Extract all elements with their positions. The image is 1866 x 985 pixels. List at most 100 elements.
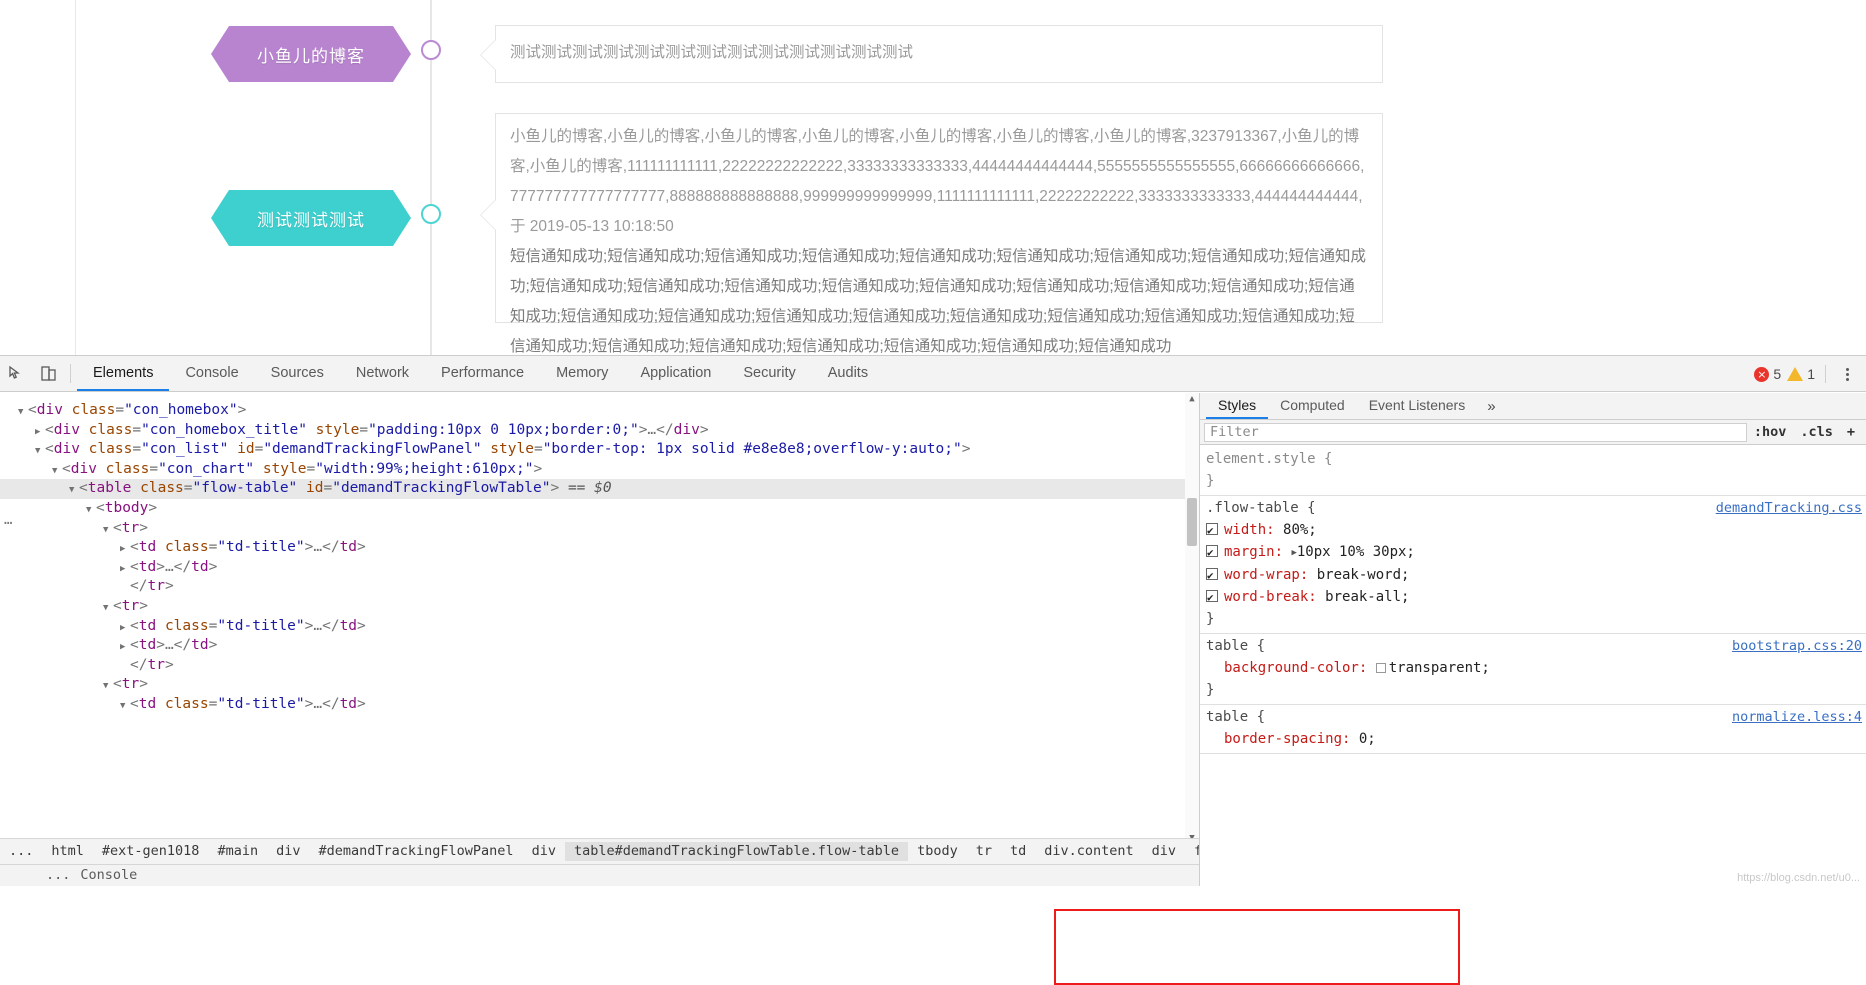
- tab-console[interactable]: Console: [169, 356, 254, 391]
- style-declaration[interactable]: border-spacing: 0;: [1200, 728, 1866, 750]
- scrollbar-thumb[interactable]: [1187, 498, 1197, 546]
- expand-triangle-down-icon[interactable]: ▼: [86, 501, 96, 521]
- expand-triangle-down-icon[interactable]: ▼: [103, 599, 113, 619]
- dom-node-line[interactable]: ▼ <table class="flow-table" id="demandTra…: [0, 479, 1185, 499]
- breadcrumb-item[interactable]: div: [267, 842, 309, 862]
- device-toolbar-icon[interactable]: [32, 356, 64, 391]
- dom-token-ellip: …: [313, 539, 323, 556]
- declaration-property: width:: [1224, 522, 1284, 538]
- breadcrumb-item[interactable]: html: [42, 842, 93, 862]
- dom-node-line[interactable]: ▼ <td class="td-title">…</td>: [0, 695, 1185, 715]
- error-count-badge[interactable]: × 5: [1754, 366, 1781, 382]
- tab-sources[interactable]: Sources: [255, 356, 340, 391]
- tab-performance[interactable]: Performance: [425, 356, 540, 391]
- breadcrumb-item[interactable]: div: [523, 842, 565, 862]
- expand-triangle-right-icon[interactable]: ▶: [120, 540, 130, 560]
- tab-application[interactable]: Application: [624, 356, 727, 391]
- tab-styles[interactable]: Styles: [1206, 393, 1269, 419]
- inspect-cursor-icon[interactable]: [0, 356, 32, 391]
- expand-triangle-down-icon[interactable]: ▼: [18, 403, 28, 423]
- dom-node-line[interactable]: ▶ <td class="td-title">…</td>: [0, 617, 1185, 637]
- dom-tree[interactable]: ▼ <div class="con_homebox"> ▶ <div class="c…: [0, 401, 1185, 846]
- page-left-divider: [75, 0, 76, 355]
- dom-node-line[interactable]: ▼ <tr>: [0, 597, 1185, 617]
- styles-filter-input[interactable]: Filter: [1204, 422, 1747, 442]
- style-declaration[interactable]: margin: ▶ 10px 10% 30px;: [1200, 541, 1866, 564]
- dom-token-attr: class: [164, 539, 209, 556]
- expand-triangle-right-icon[interactable]: ▶: [120, 638, 130, 658]
- tab-memory[interactable]: Memory: [540, 356, 624, 391]
- dom-node-line[interactable]: </tr>: [0, 577, 1185, 597]
- breadcrumb-item[interactable]: ...: [0, 842, 42, 862]
- dom-node-line[interactable]: ▶ <div class="con_homebox_title" style="p…: [0, 421, 1185, 441]
- dom-node-line[interactable]: ▶ <td>…</td>: [0, 558, 1185, 578]
- dom-node-line[interactable]: ▼ <tbody>: [0, 499, 1185, 519]
- warning-count-badge[interactable]: 1: [1787, 366, 1815, 382]
- tab-audits[interactable]: Audits: [812, 356, 884, 391]
- dom-node-line[interactable]: ▼ <div class="con_homebox">: [0, 401, 1185, 421]
- dom-node-line[interactable]: ▶ <td>…</td>: [0, 636, 1185, 656]
- color-swatch[interactable]: [1375, 663, 1386, 673]
- tab-computed[interactable]: Computed: [1268, 393, 1357, 419]
- declaration-checkbox[interactable]: [1206, 565, 1218, 587]
- breadcrumb-item[interactable]: font: [1185, 842, 1199, 862]
- tab-security[interactable]: Security: [727, 356, 811, 391]
- dom-node-line[interactable]: ▶ <td class="td-title">…</td>: [0, 538, 1185, 558]
- breadcrumb-item[interactable]: tr: [967, 842, 1001, 862]
- style-declaration[interactable]: word-break: break-all;: [1200, 586, 1866, 609]
- flow-node-hexagon-1[interactable]: 小鱼儿的博客: [211, 26, 411, 82]
- dom-tree-scrollbar[interactable]: ▲ ▼: [1185, 393, 1199, 846]
- style-rule[interactable]: .flow-table {demandTracking.csswidth: 80…: [1200, 496, 1866, 634]
- dom-token-sp: [80, 422, 89, 438]
- breadcrumb-item[interactable]: td: [1001, 842, 1035, 862]
- declaration-checkbox[interactable]: [1206, 587, 1218, 609]
- style-source-link[interactable]: bootstrap.css:20: [1732, 635, 1862, 657]
- console-drawer-bar[interactable]: ... Console: [0, 864, 1199, 886]
- breadcrumb-item[interactable]: div.content: [1035, 842, 1142, 862]
- breadcrumb[interactable]: ... html #ext-gen1018 #main div #demandTracki…: [0, 838, 1199, 864]
- expand-triangle-down-icon[interactable]: ▼: [103, 521, 113, 541]
- breadcrumb-item[interactable]: #ext-gen1018: [93, 842, 209, 862]
- more-tabs-icon[interactable]: »: [1477, 393, 1505, 419]
- breadcrumb-item[interactable]: tbody: [908, 842, 967, 862]
- style-declaration[interactable]: background-color: transparent;: [1200, 657, 1866, 679]
- style-rule[interactable]: element.style {}: [1200, 447, 1866, 496]
- dom-token-punc: =: [306, 460, 316, 477]
- dom-node-line[interactable]: ▼ <tr>: [0, 675, 1185, 695]
- hov-toggle[interactable]: :hov: [1747, 424, 1794, 440]
- styles-rules-list[interactable]: element.style {} .flow-table {demandTrack…: [1200, 447, 1866, 886]
- tab-event-listeners[interactable]: Event Listeners: [1357, 393, 1478, 419]
- scroll-up-arrow-icon[interactable]: ▲: [1185, 393, 1199, 407]
- expand-triangle-down-icon[interactable]: ▼: [120, 697, 130, 717]
- breadcrumb-item[interactable]: table#demandTrackingFlowTable.flow-table: [564, 841, 909, 862]
- tab-network[interactable]: Network: [340, 356, 425, 391]
- dom-token-tag: td: [138, 637, 157, 654]
- flow-node-hexagon-2[interactable]: 测试测试测试: [211, 190, 411, 246]
- new-style-rule-button[interactable]: +: [1840, 424, 1862, 440]
- dom-node-line[interactable]: </tr>: [0, 656, 1185, 676]
- style-declaration[interactable]: word-wrap: break-word;: [1200, 564, 1866, 587]
- expand-triangle-down-icon[interactable]: ▼: [69, 481, 79, 501]
- dom-token-val: "td-title": [217, 617, 305, 634]
- style-source-link[interactable]: demandTracking.css: [1716, 497, 1862, 519]
- style-source-link[interactable]: normalize.less:4: [1732, 706, 1862, 728]
- declaration-checkbox[interactable]: [1206, 542, 1218, 564]
- expand-triangle-down-icon[interactable]: ▼: [103, 677, 113, 697]
- style-rule[interactable]: table {normalize.less:4 border-spacing: 0…: [1200, 705, 1866, 754]
- breadcrumb-item[interactable]: div: [1143, 842, 1185, 862]
- breadcrumb-item[interactable]: #demandTrackingFlowPanel: [309, 842, 522, 862]
- expand-triangle-down-icon[interactable]: ▼: [52, 462, 62, 482]
- dom-token-tag: td: [191, 558, 209, 575]
- style-declaration[interactable]: width: 80%;: [1200, 519, 1866, 542]
- dom-node-line[interactable]: ▼ <div class="con_list" id="demandTrackin…: [0, 440, 1185, 460]
- style-rule[interactable]: table {bootstrap.css:20 background-color:…: [1200, 634, 1866, 705]
- breadcrumb-item[interactable]: #main: [208, 842, 267, 862]
- dom-node-line[interactable]: ▼ <div class="con_chart" style="width:99%…: [0, 460, 1185, 480]
- tab-elements[interactable]: Elements: [77, 356, 170, 391]
- cls-toggle[interactable]: .cls: [1793, 424, 1840, 440]
- kebab-menu-icon[interactable]: [1836, 366, 1858, 383]
- dom-node-line[interactable]: ▼ <tr>: [0, 519, 1185, 539]
- expand-triangle-down-icon[interactable]: ▼: [35, 442, 45, 462]
- drawer-console-label[interactable]: Console: [70, 866, 137, 886]
- declaration-checkbox[interactable]: [1206, 520, 1218, 542]
